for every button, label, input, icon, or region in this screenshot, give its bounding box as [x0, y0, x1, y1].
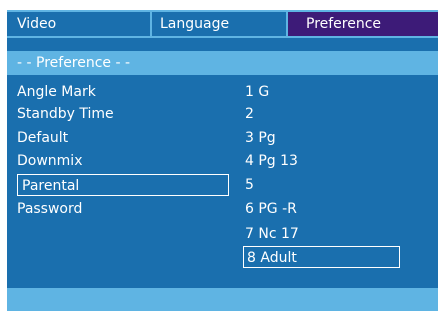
dvd-setup-screen: Video Language Preference - - Preference… [7, 10, 438, 311]
tab-language[interactable]: Language [150, 12, 288, 36]
menu-item-password[interactable]: Password [17, 198, 229, 220]
rating-option-6[interactable]: 6 PG -R [243, 198, 400, 220]
tab-bar: Video Language Preference [7, 10, 438, 38]
rating-option-7[interactable]: 7 Nc 17 [243, 223, 400, 245]
menu-item-angle-mark[interactable]: Angle Mark [17, 81, 229, 103]
rating-option-4[interactable]: 4 Pg 13 [243, 150, 400, 172]
rating-option-3[interactable]: 3 Pg [243, 127, 400, 149]
menu-item-default[interactable]: Default [17, 127, 229, 149]
menu-item-standby-time[interactable]: Standby Time [17, 103, 229, 125]
rating-option-2[interactable]: 2 [243, 103, 400, 125]
tab-preference[interactable]: Preference [288, 12, 438, 36]
status-bar [7, 288, 438, 311]
tab-video[interactable]: Video [7, 12, 150, 36]
rating-option-1[interactable]: 1 G [243, 81, 400, 103]
rating-option-5[interactable]: 5 [243, 174, 400, 196]
rating-option-8[interactable]: 8 Adult [243, 246, 400, 268]
menu-item-parental[interactable]: Parental [17, 174, 229, 196]
section-title: - - Preference - - [7, 51, 438, 75]
menu-item-downmix[interactable]: Downmix [17, 150, 229, 172]
